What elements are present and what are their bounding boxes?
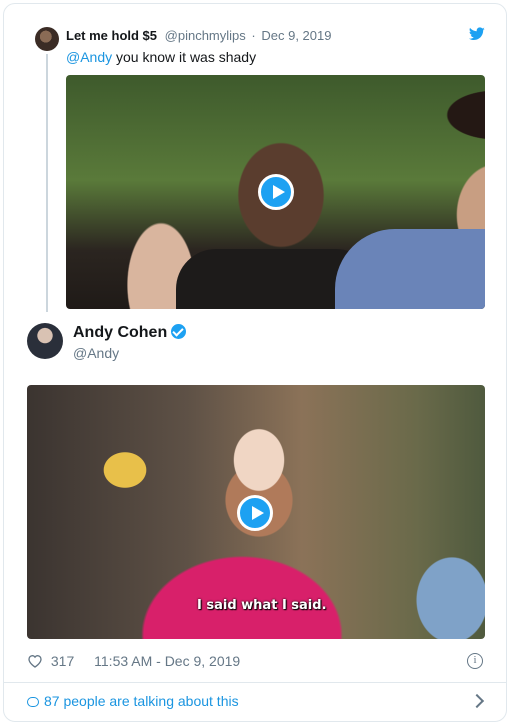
conversation-text[interactable]: 87 people are talking about this — [44, 693, 239, 709]
author-handle[interactable]: @Andy — [73, 344, 119, 362]
quoted-tweet-body: you know it was shady — [116, 49, 257, 65]
quoted-tweet-header: Let me hold $5 @pinchmylips · Dec 9, 201… — [66, 28, 331, 44]
like-count[interactable]: 317 — [51, 653, 74, 669]
separator-dot: · — [251, 28, 256, 43]
play-icon[interactable] — [258, 174, 294, 210]
heart-icon[interactable] — [27, 654, 43, 668]
conversation-link[interactable]: 87 people are talking about this — [27, 693, 239, 709]
tweet-footer: 317 11:53 AM - Dec 9, 2019 — [27, 653, 240, 669]
author-avatar[interactable] — [27, 323, 63, 359]
verified-badge-icon — [171, 324, 187, 339]
twitter-bird-icon[interactable] — [469, 27, 485, 41]
author-name[interactable]: Andy Cohen — [73, 323, 187, 343]
quoted-tweet-text: @Andy you know it was shady — [66, 48, 256, 66]
quoted-tweet-date[interactable]: Dec 9, 2019 — [261, 28, 331, 43]
comment-bubble-icon — [27, 697, 39, 707]
mention-link[interactable]: @Andy — [66, 49, 112, 65]
video-caption: I said what I said. — [197, 598, 327, 613]
quoted-user-name[interactable]: Let me hold $5 — [66, 28, 157, 43]
footer-divider — [3, 682, 507, 683]
video-frame-detail — [335, 229, 485, 309]
thread-connector-line — [46, 54, 48, 312]
author-name-text[interactable]: Andy Cohen — [73, 324, 167, 341]
play-icon[interactable] — [237, 495, 273, 531]
tweet-timestamp[interactable]: 11:53 AM - Dec 9, 2019 — [94, 653, 240, 669]
quoted-user-handle[interactable]: @pinchmylips — [165, 28, 246, 43]
info-icon[interactable]: i — [467, 653, 483, 669]
quoted-user-avatar[interactable] — [35, 27, 59, 51]
